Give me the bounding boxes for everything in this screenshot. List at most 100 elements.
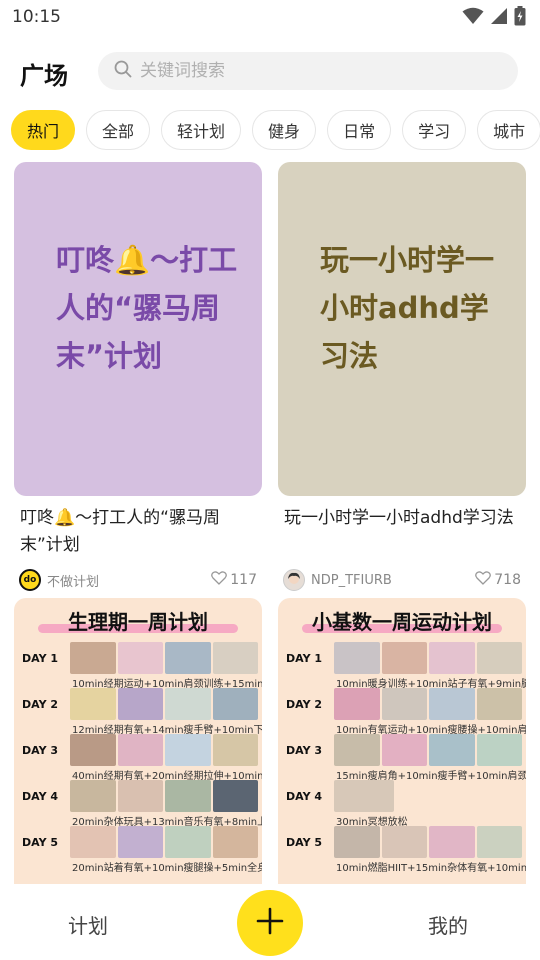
video-thumbnails: [70, 688, 258, 720]
nav-plan[interactable]: 计划: [68, 910, 108, 939]
card-title[interactable]: 玩一小时学一小时adhd学习法: [278, 505, 526, 559]
wifi-icon: [462, 7, 484, 25]
day-label: DAY 2: [286, 698, 323, 711]
video-thumbnail: [476, 734, 522, 766]
video-thumbnail: [334, 642, 380, 674]
video-thumbnail: [476, 688, 522, 720]
video-thumbnail: [212, 780, 258, 812]
cover-text: 玩一小时学一小时adhd学习法: [320, 243, 495, 373]
avatar[interactable]: [283, 569, 305, 591]
video-thumbnail: [70, 642, 116, 674]
video-thumbnail: [476, 642, 522, 674]
avatar[interactable]: do: [19, 569, 41, 591]
day-label: DAY 5: [286, 836, 323, 849]
category-chip-hot[interactable]: 热门: [11, 110, 76, 150]
header: 广场: [0, 48, 540, 94]
video-thumbnail: [429, 642, 475, 674]
status-icons: [462, 6, 526, 26]
day-label: DAY 1: [286, 652, 323, 665]
video-thumbnails: [334, 826, 522, 858]
card-cover[interactable]: 玩一小时学一小时adhd学习法: [278, 162, 526, 496]
category-chip-study[interactable]: 学习: [402, 110, 467, 150]
video-thumbnail: [429, 826, 475, 858]
day-label: DAY 1: [22, 652, 59, 665]
video-thumbnail: [476, 826, 522, 858]
plan-card[interactable]: 生理期一周计划 DAY 1 10min经期运动+10min肩颈训练+15min经…: [14, 598, 262, 884]
video-thumbnail: [70, 734, 116, 766]
search-input[interactable]: [140, 61, 480, 81]
video-thumbnail: [70, 780, 116, 812]
poster-day-row: DAY 4 30min冥想放松: [286, 780, 522, 828]
category-chip-light-plan[interactable]: 轻计划: [161, 110, 242, 150]
video-thumbnail: [70, 826, 116, 858]
video-thumbnails: [70, 642, 258, 674]
like-button[interactable]: 117: [211, 571, 257, 589]
poster-day-row: DAY 2 10min有氧运动+10min瘦腰操+10min肩颈拉伸: [286, 688, 526, 736]
video-thumbnail: [381, 688, 427, 720]
video-thumbnail: [165, 642, 211, 674]
poster-title: 小基数一周运动计划: [312, 610, 492, 634]
bottom-nav: 计划 我的: [0, 884, 540, 960]
video-thumbnail: [165, 734, 211, 766]
like-count: 117: [230, 572, 257, 588]
nav-mine[interactable]: 我的: [428, 910, 468, 939]
poster-day-row: DAY 5 20min站着有氧+10min瘦腿操+5min全身拉伸: [22, 826, 262, 874]
video-thumbnails: [70, 780, 258, 812]
video-thumbnail: [165, 826, 211, 858]
plus-icon: [255, 906, 285, 940]
signal-icon: [490, 7, 508, 25]
video-thumbnails: [70, 734, 258, 766]
day-caption: 20min站着有氧+10min瘦腿操+5min全身拉伸: [72, 863, 262, 874]
author-name[interactable]: NDP_TFIURB: [311, 573, 475, 588]
category-chip-all[interactable]: 全部: [86, 110, 151, 150]
category-chip-city[interactable]: 城市: [477, 110, 540, 150]
search-icon: [114, 60, 132, 82]
video-thumbnail: [212, 734, 258, 766]
video-thumbnail: [381, 826, 427, 858]
like-button[interactable]: 718: [475, 571, 521, 589]
video-thumbnail: [334, 826, 380, 858]
video-thumbnail: [117, 780, 163, 812]
video-thumbnail: [381, 734, 427, 766]
day-label: DAY 5: [22, 836, 59, 849]
video-thumbnails: [334, 780, 394, 812]
day-label: DAY 3: [22, 744, 59, 757]
video-thumbnail: [334, 734, 380, 766]
card-title[interactable]: 叮咚🔔～打工人的“骡马周末”计划: [14, 505, 262, 559]
category-chip-fitness[interactable]: 健身: [252, 110, 317, 150]
add-plan-button[interactable]: [237, 890, 303, 956]
video-thumbnail: [165, 780, 211, 812]
video-thumbnail: [334, 688, 380, 720]
poster-day-row: DAY 4 20min杂体玩具+13min音乐有氧+8min上肢拉伸: [22, 780, 262, 828]
poster-day-row: DAY 5 10min燃脂HIIT+15min杂体有氧+10min全身拉伸: [286, 826, 526, 874]
search-bar[interactable]: [98, 52, 518, 90]
plan-feed: 叮咚🔔～打工人的“骡马周末”计划 叮咚🔔～打工人的“骡马周末”计划 do 不做计…: [0, 162, 540, 884]
author-name[interactable]: 不做计划: [47, 571, 211, 590]
status-time: 10:15: [12, 7, 61, 27]
day-label: DAY 4: [286, 790, 323, 803]
video-thumbnail: [212, 688, 258, 720]
page-title: 广场: [20, 62, 68, 90]
card-cover[interactable]: 生理期一周计划 DAY 1 10min经期运动+10min肩颈训练+15min经…: [14, 598, 262, 884]
day-label: DAY 2: [22, 698, 59, 711]
video-thumbnail: [117, 688, 163, 720]
heart-icon: [475, 571, 492, 589]
card-cover[interactable]: 叮咚🔔～打工人的“骡马周末”计划: [14, 162, 262, 496]
video-thumbnails: [334, 734, 522, 766]
video-thumbnails: [70, 826, 258, 858]
video-thumbnail: [117, 642, 163, 674]
video-thumbnail: [212, 642, 258, 674]
cover-text: 叮咚🔔～打工人的“骡马周末”计划: [56, 243, 238, 373]
day-label: DAY 4: [22, 790, 59, 803]
card-cover[interactable]: 小基数一周运动计划 DAY 1 10min暖身训练+10min站子有氧+9min…: [278, 598, 526, 884]
battery-icon: [514, 6, 526, 26]
video-thumbnails: [334, 688, 522, 720]
plan-card[interactable]: 小基数一周运动计划 DAY 1 10min暖身训练+10min站子有氧+9min…: [278, 598, 526, 884]
category-chip-daily[interactable]: 日常: [327, 110, 392, 150]
day-caption: 10min燃脂HIIT+15min杂体有氧+10min全身拉伸: [336, 863, 526, 874]
video-thumbnail: [117, 826, 163, 858]
plan-card[interactable]: 玩一小时学一小时adhd学习法 玩一小时学一小时adhd学习法 NDP_TFIU…: [278, 162, 526, 592]
card-meta: do 不做计划 117: [14, 568, 262, 592]
poster-day-row: DAY 3 40min经期有氧+20min经期拉伸+10min肝腰瑜伽: [22, 734, 262, 782]
plan-card[interactable]: 叮咚🔔～打工人的“骡马周末”计划 叮咚🔔～打工人的“骡马周末”计划 do 不做计…: [14, 162, 262, 592]
